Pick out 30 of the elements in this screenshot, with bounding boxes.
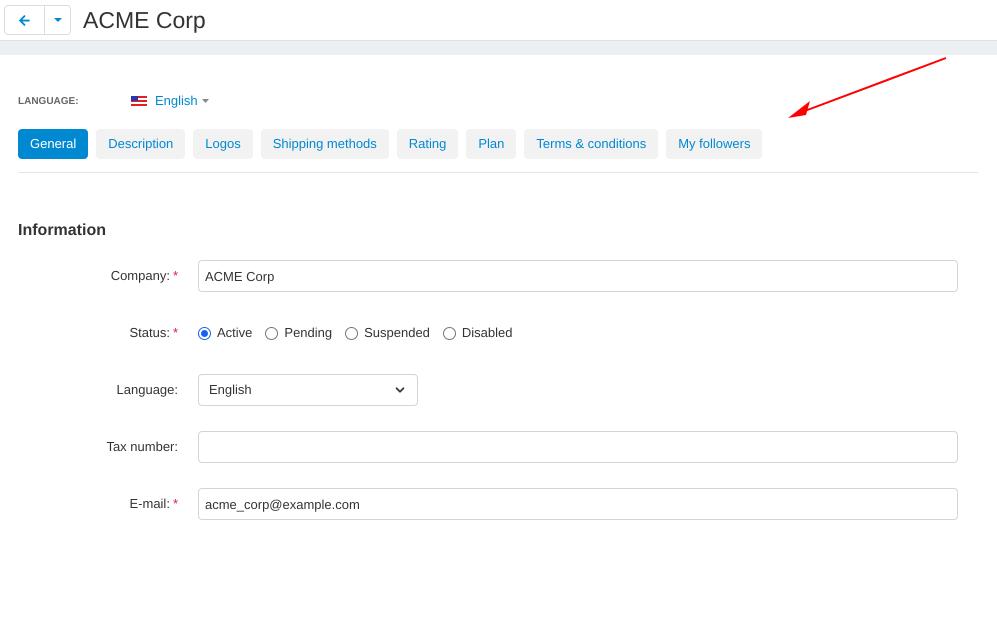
tab[interactable]: Logos [193, 129, 253, 159]
status-radio[interactable]: Disabled [442, 323, 512, 343]
language-label: LANGUAGE: [18, 94, 80, 108]
field-label: Company: [110, 267, 170, 286]
flag-icon [131, 96, 147, 106]
tab[interactable]: General [18, 129, 88, 159]
text-field[interactable]: ACME Corp [198, 260, 958, 292]
text-field[interactable]: acme_corp@example.com [198, 488, 958, 520]
field-label: Status: [129, 324, 170, 342]
status-radio[interactable]: Pending [265, 323, 332, 343]
field-label: E-mail: [129, 495, 170, 514]
page-title: ACME Corp [83, 6, 206, 35]
section-title: Information [18, 221, 107, 241]
required-mark: * [172, 495, 178, 514]
language-select[interactable]: English [198, 374, 418, 406]
required-mark: * [172, 267, 178, 286]
field-label: Tax number: [106, 438, 178, 456]
required-mark: * [172, 324, 178, 342]
status-radio[interactable]: Suspended [345, 323, 430, 343]
caret-icon [202, 99, 209, 103]
status-radio[interactable]: Active [198, 323, 252, 343]
caret-icon [54, 18, 62, 22]
tab[interactable]: My followers [666, 129, 762, 159]
language-dropdown[interactable]: English [131, 91, 209, 111]
tab[interactable]: Terms & conditions [524, 129, 658, 159]
tab[interactable]: Description [96, 129, 186, 159]
field-label: Language: [116, 381, 178, 400]
tab[interactable]: Rating [396, 129, 458, 159]
tab[interactable]: Shipping methods [260, 129, 389, 159]
tab[interactable]: Plan [466, 129, 516, 159]
